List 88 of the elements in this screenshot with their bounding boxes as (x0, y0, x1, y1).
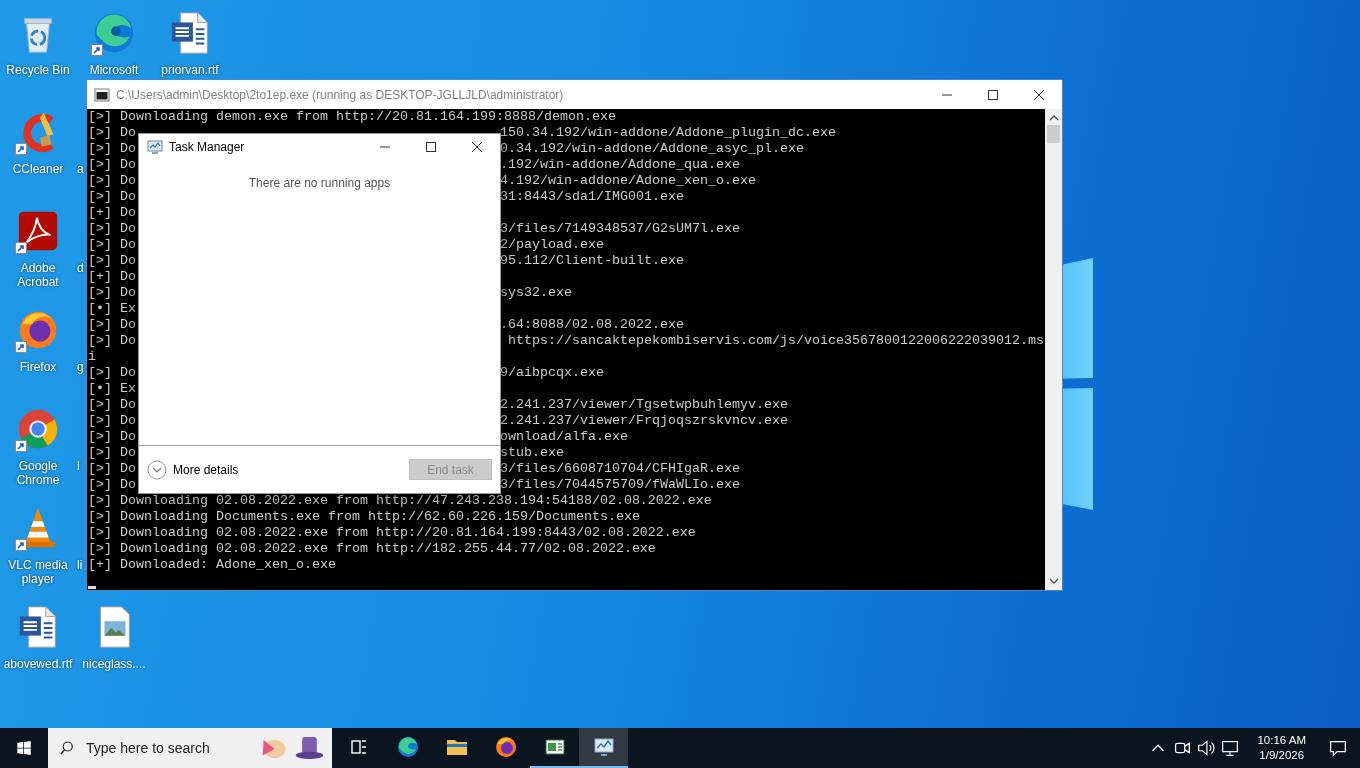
console-line: [>] Downloading 02.08.2022.exe from http://20.81.164.199:8443/02.08.2022.exe (88, 525, 696, 540)
icon-label[interactable]: niceglass.... (82, 657, 146, 671)
icon-label[interactable]: Adobe Acrobat (0, 261, 76, 289)
console-line: [>] Do (88, 413, 136, 429)
search-icon (58, 739, 76, 757)
scrollbar[interactable] (1045, 109, 1062, 590)
console-line: 150.34.192/win-addone/Addone_plugin_dc.exe (500, 125, 836, 141)
console-line: https://sancaktepekombiservis.com/js/voice3567800122006222039012.ms (507, 333, 1044, 349)
console-line: 3/files/7149348537/G2sUM7l.exe (500, 221, 740, 237)
console-line: 3/files/7044575709/fWaWLIo.exe (500, 477, 740, 493)
console-line: [+] Downloaded: Adone_xen_o.exe (88, 557, 336, 572)
console-line: [>] Do (88, 397, 136, 413)
clock-date[interactable]: 1/9/2026 (1259, 748, 1305, 763)
console-line: 2.241.237/viewer/Tgsetwpbuhlemyv.exe (500, 397, 788, 413)
maximize-icon (987, 88, 999, 101)
console-line: [>] Do (88, 429, 136, 445)
more-details-button[interactable]: More details (147, 459, 239, 480)
search-field[interactable]: Type here to search (48, 728, 332, 768)
console-line: [>] Do (88, 125, 136, 141)
console-line: [>] Do (88, 237, 136, 253)
console-line: [•] Ex (88, 301, 136, 316)
console-line: [>] Do (88, 173, 136, 189)
console-line: [>] Do (88, 461, 136, 477)
console-line: [>] Do (88, 445, 136, 461)
scroll-up-icon[interactable] (1047, 113, 1060, 123)
console-line: [>] Do (88, 253, 136, 269)
console-line: [>] Downloading Documents.exe from http://62.60.226.159/Documents.exe (88, 509, 640, 524)
console-line: [>] Do (88, 189, 136, 205)
icon-label[interactable]: CCleaner (12, 162, 64, 176)
icon-label[interactable]: Google Chrome (0, 459, 76, 487)
icon-label[interactable]: Recycle Bin (6, 63, 70, 77)
console-line: [>] Do (88, 477, 136, 493)
taskbar-button[interactable] (579, 728, 628, 768)
window-title: Task Manager (169, 139, 245, 156)
icon-label[interactable]: VLC media player (0, 558, 76, 586)
monitor-chart-icon (147, 139, 163, 155)
browser-icon (395, 735, 420, 759)
icon-label[interactable]: Firefox (19, 360, 57, 374)
console-line: 3/files/6608710704/CFHIgaR.exe (500, 461, 740, 477)
scrollbar-thumb[interactable] (1047, 125, 1060, 143)
console-line: [>] Do (88, 141, 136, 157)
console-line: [+] Do (88, 269, 136, 284)
browser-icon (493, 735, 518, 759)
console-line: 2.241.237/viewer/Frqjoqszrskvncv.exe (500, 413, 788, 429)
icon-label[interactable]: g (77, 360, 84, 374)
icon-label[interactable]: a (77, 162, 84, 176)
console-line: ownload/alfa.exe (500, 429, 628, 445)
console-line: [+] Do (88, 205, 136, 220)
console-line: 9/aibpcqx.exe (500, 365, 604, 381)
console-line: [>] Do (88, 317, 136, 333)
icon-label[interactable]: Microsoft (89, 63, 139, 77)
console-line: [>] Do (88, 157, 136, 173)
icon-label[interactable]: li (77, 558, 83, 572)
console-line: [>] Do (88, 333, 136, 349)
close-icon (1033, 88, 1045, 101)
close-icon (471, 141, 483, 153)
console-line: 0.34.192/win-addone/Addone_asyc_pl.exe (500, 141, 804, 157)
maximize-icon (425, 141, 437, 153)
console-line: 31:8443/sda1/IMG001.exe (500, 189, 684, 205)
console-line: .192/win-addone/Addone_qua.exe (500, 157, 740, 173)
console-line: [>] Do (88, 285, 136, 301)
speaker-icon[interactable] (1195, 737, 1218, 759)
console-line: .64:8088/02.08.2022.exe (500, 317, 684, 333)
console-line: sys32.exe (500, 285, 572, 301)
console-line: [>] Downloading demon.exe from http://20.81.164.199:8888/demon.exe (88, 109, 616, 124)
icon-label[interactable]: abovewed.rtf (3, 657, 73, 671)
clock-time[interactable]: 10:16 AM (1257, 733, 1306, 748)
console-line: 2/payload.exe (500, 237, 604, 253)
chevron-icon (147, 459, 167, 480)
console-icon (94, 86, 110, 103)
console-line: [•] Ex (88, 381, 136, 396)
console-line: 4.192/win-addone/Adone_xen_o.exe (500, 173, 756, 189)
console-line: [>] Do (88, 221, 136, 237)
console-line: [>] Do (88, 365, 136, 381)
text-cursor (88, 586, 96, 589)
icon-label[interactable]: l (77, 459, 80, 473)
icon-label[interactable]: priorvan.rtf (161, 63, 219, 77)
empty-message: There are no running apps (248, 176, 391, 190)
console-line: [>] Downloading 02.08.2022.exe from http://182.255.44.77/02.08.2022.exe (88, 541, 656, 556)
scroll-down-icon[interactable] (1047, 576, 1060, 586)
icon-label[interactable]: d (77, 261, 84, 275)
console-line: i (88, 349, 96, 364)
monitor-chart-icon (591, 735, 616, 759)
console-line: [>] Downloading 02.08.2022.exe from http://47.243.238.194:54188/02.08.2022.exe (88, 493, 712, 508)
windows-icon (15, 739, 33, 757)
console-line: 95.112/Client-built.exe (500, 253, 684, 269)
window-title: C:\Users\admin\Desktop\2to1ep.exe (running as DESKTOP-JGLLJLD\administrator) (116, 86, 564, 104)
console-line: stub.exe (500, 445, 564, 461)
